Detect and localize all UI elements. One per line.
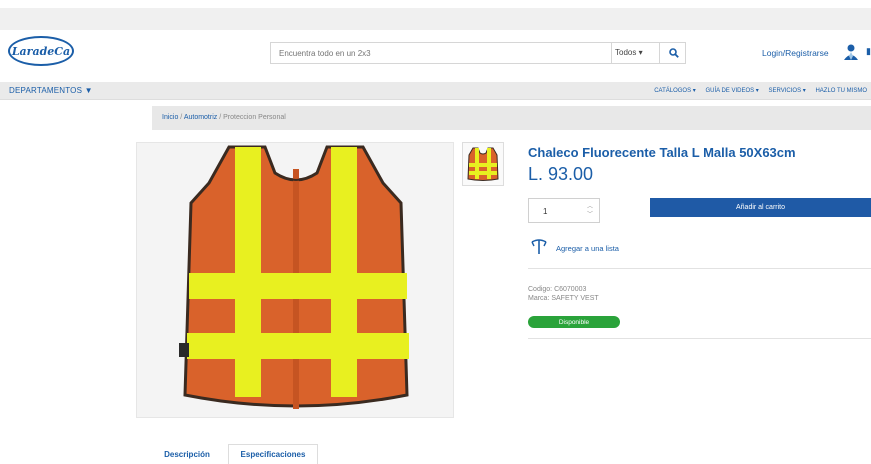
product-thumbnail[interactable]: [462, 142, 504, 186]
tab-descripcion[interactable]: Descripción: [152, 444, 222, 464]
product-brand: Marca: SAFETY VEST: [528, 295, 599, 302]
product-main-image[interactable]: [136, 142, 454, 418]
breadcrumb: Inicio / Automotriz / Proteccion Persona…: [152, 106, 871, 130]
quantity-value[interactable]: 1: [543, 207, 547, 216]
search-divider: [611, 43, 612, 63]
logo-text: LaradeCa: [11, 44, 71, 58]
safety-vest-image: [179, 145, 409, 409]
product-code: Codigo: C6070003: [528, 286, 587, 293]
nav-item-servicios[interactable]: SERVICIOS ▾: [765, 88, 806, 94]
caret-down-icon: ▾: [638, 48, 643, 57]
add-to-list-label: Agregar a una lista: [556, 244, 619, 253]
search-category-select[interactable]: Todos ▾: [615, 48, 643, 57]
departments-menu[interactable]: DEPARTAMENTOS ▼: [9, 86, 93, 95]
nav-item-catalogos[interactable]: CATÁLOGOS ▾: [650, 88, 696, 94]
product-price: L. 93.00: [528, 164, 594, 184]
tab-especificaciones[interactable]: Especificaciones: [228, 444, 318, 464]
user-icon[interactable]: [842, 42, 860, 62]
site-header: LaradeCa Todos ▾ Login/Registrarse ▮: [0, 30, 871, 78]
caret-down-icon: ▼: [84, 86, 93, 95]
quantity-spinner[interactable]: ︿ ﹀: [587, 203, 593, 219]
nav-item-hazlo[interactable]: HAZLO TU MISMO: [811, 88, 867, 94]
search-button[interactable]: [659, 43, 687, 63]
search-icon: [668, 48, 679, 58]
divider: [528, 268, 871, 269]
breadcrumb-item-inicio[interactable]: Inicio: [162, 114, 178, 121]
top-strip: [0, 8, 871, 30]
search-bar: Todos ▾: [270, 42, 686, 64]
safety-vest-thumbnail: [467, 147, 499, 181]
search-input[interactable]: [271, 43, 611, 63]
breadcrumb-item-current: Proteccion Personal: [223, 114, 286, 121]
availability-badge: Disponible: [528, 316, 620, 328]
chevron-down-icon[interactable]: ﹀: [587, 211, 593, 219]
top-nav-menu: CATÁLOGOS ▾ GUÍA DE VIDEOS ▾ SERVICIOS ▾…: [646, 87, 867, 94]
hanger-icon: [531, 239, 547, 254]
login-link[interactable]: Login/Registrarse: [762, 48, 829, 58]
product-meta: Codigo: C6070003 Marca: SAFETY VEST: [528, 285, 599, 303]
breadcrumb-trail: Inicio / Automotriz / Proteccion Persona…: [162, 114, 286, 121]
cart-icon[interactable]: ▮: [866, 46, 871, 57]
breadcrumb-item-automotriz[interactable]: Automotriz: [184, 114, 217, 121]
add-to-cart-button[interactable]: Añadir al carrito: [650, 198, 871, 217]
product-title: Chaleco Fluorecente Talla L Malla 50X63c…: [528, 145, 796, 160]
chevron-up-icon[interactable]: ︿: [587, 203, 593, 211]
site-logo[interactable]: LaradeCa: [8, 36, 74, 66]
nav-item-guia-videos[interactable]: GUÍA DE VIDEOS ▾: [701, 88, 758, 94]
nav-bar: DEPARTAMENTOS ▼ CATÁLOGOS ▾ GUÍA DE VIDE…: [0, 82, 871, 100]
divider: [528, 338, 871, 339]
quantity-stepper[interactable]: 1 ︿ ﹀: [528, 198, 600, 223]
